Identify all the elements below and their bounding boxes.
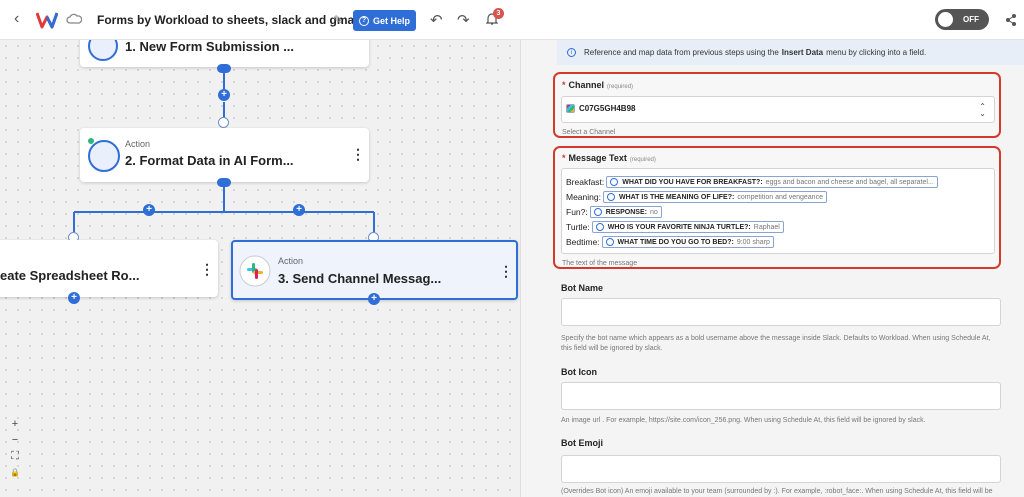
back-arrow-icon[interactable]: ‹ xyxy=(14,10,19,28)
share-icon[interactable] xyxy=(1005,13,1017,27)
workload-logo-icon[interactable] xyxy=(36,10,58,30)
connection-point[interactable] xyxy=(218,117,229,128)
workflow-node-trigger[interactable]: 1. New Form Submission ... xyxy=(80,40,369,67)
edit-pencil-icon[interactable]: ✎ xyxy=(333,13,343,27)
token-icon xyxy=(605,238,614,246)
info-text-suffix: menu by clicking into a field. xyxy=(826,48,927,57)
top-bar: ‹ Forms by Workload to sheets, slack and… xyxy=(0,0,1024,40)
data-token-chip[interactable]: WHO IS YOUR FAVORITE NINJA TURTLE?: Rapha… xyxy=(591,221,784,233)
toggle-knob xyxy=(938,12,953,27)
add-step-button[interactable]: + xyxy=(293,204,305,216)
message-line: Fun?: RESPONSE: no xyxy=(566,206,662,218)
message-line: Breakfast: WHAT DID YOU HAVE FOR BREAKFA… xyxy=(566,176,938,188)
undo-icon[interactable]: ↶ xyxy=(430,11,443,29)
message-text-label: * Message Text (required) xyxy=(562,153,656,163)
message-line: Meaning: WHAT IS THE MEANING OF LIFE?: co… xyxy=(566,191,827,203)
notification-badge: 3 xyxy=(493,8,504,19)
add-step-button[interactable]: + xyxy=(368,293,380,305)
zoom-controls: + − ⛶ 🔒 xyxy=(8,418,22,479)
toggle-label: OFF xyxy=(963,15,979,24)
data-token-chip[interactable]: RESPONSE: no xyxy=(589,206,662,218)
node-menu-icon[interactable]: ⋮ xyxy=(351,147,365,161)
form-icon xyxy=(88,40,118,61)
token-icon xyxy=(610,178,619,186)
token-icon xyxy=(595,223,604,231)
workflow-node-spreadsheet[interactable]: eate Spreadsheet Ro... ⋮ xyxy=(0,240,218,297)
node-title: 2. Format Data in AI Form... xyxy=(125,153,294,168)
bot-name-input[interactable] xyxy=(561,298,1001,326)
node-connector-handle[interactable] xyxy=(217,178,231,187)
info-icon: i xyxy=(567,48,576,57)
help-icon: ? xyxy=(358,15,369,26)
data-token-chip[interactable]: WHAT TIME DO YOU GO TO BED?: 9:00 sharp xyxy=(601,236,774,248)
slack-channel-icon xyxy=(566,104,575,113)
bot-icon-label: Bot Icon xyxy=(561,367,597,377)
slack-icon xyxy=(239,255,271,287)
node-menu-icon[interactable]: ⋮ xyxy=(200,262,214,276)
data-token-chip[interactable]: WHAT IS THE MEANING OF LIFE?: competition… xyxy=(602,191,827,203)
zoom-in-button[interactable]: + xyxy=(8,418,22,431)
info-text-prefix: Reference and map data from previous ste… xyxy=(584,48,779,57)
message-line: Turtle: WHO IS YOUR FAVORITE NINJA TURTL… xyxy=(566,221,784,233)
channel-field-group: * Channel (required) C07G5GH4B98 ⌃ ⌄ Select… xyxy=(553,72,1001,138)
token-icon xyxy=(606,193,615,201)
ai-formatter-icon xyxy=(88,140,120,172)
node-action-label: Action xyxy=(125,139,151,149)
add-step-button[interactable]: + xyxy=(218,89,230,101)
token-icon xyxy=(593,208,602,216)
bot-emoji-input[interactable] xyxy=(561,455,1001,483)
add-step-button[interactable]: + xyxy=(68,292,80,304)
message-text-help: The text of the message xyxy=(562,260,638,267)
node-title: 1. New Form Submission ... xyxy=(125,40,295,54)
node-menu-icon[interactable]: ⋮ xyxy=(499,264,513,278)
channel-select[interactable]: C07G5GH4B98 ⌃ ⌄ xyxy=(561,96,995,123)
bot-emoji-help: (Overrides Bot icon) An emoji available … xyxy=(561,488,993,495)
workflow-title[interactable]: Forms by Workload to sheets, slack and g… xyxy=(97,13,361,27)
node-title: eate Spreadsheet Ro... xyxy=(0,268,140,283)
status-dot xyxy=(88,138,94,144)
bot-emoji-label: Bot Emoji xyxy=(561,438,603,448)
select-chevron-icon: ⌃ ⌄ xyxy=(979,102,986,118)
channel-help-text: Select a Channel xyxy=(562,129,616,136)
message-text-field-group: * Message Text (required) Breakfast: WHAT … xyxy=(553,146,1001,269)
bot-name-label: Bot Name xyxy=(561,283,604,293)
channel-value: C07G5GH4B98 xyxy=(566,104,635,113)
add-step-button[interactable]: + xyxy=(143,204,155,216)
zoom-out-button[interactable]: − xyxy=(8,434,22,447)
node-title: 3. Send Channel Messag... xyxy=(278,271,442,286)
data-token-chip[interactable]: WHAT DID YOU HAVE FOR BREAKFAST?: eggs an… xyxy=(606,176,938,188)
get-help-label: Get Help xyxy=(372,15,410,26)
workflow-on-off-toggle[interactable]: OFF xyxy=(935,9,989,30)
step-config-panel: i Reference and map data from previous s… xyxy=(520,40,1024,497)
message-line: Bedtime: WHAT TIME DO YOU GO TO BED?: 9:0… xyxy=(566,236,774,248)
info-text-bold: Insert Data xyxy=(781,48,824,57)
bot-icon-help: An image url . For example, https://site… xyxy=(561,417,926,424)
node-connector-handle[interactable] xyxy=(217,64,231,73)
fit-view-button[interactable]: ⛶ xyxy=(8,450,22,463)
workflow-canvas[interactable]: 1. New Form Submission ... + Action 2. F… xyxy=(0,40,520,497)
message-text-input[interactable]: Breakfast: WHAT DID YOU HAVE FOR BREAKFA… xyxy=(561,168,995,254)
workflow-node-format-data[interactable]: Action 2. Format Data in AI Form... ⋮ xyxy=(80,128,369,182)
get-help-button[interactable]: ? Get Help xyxy=(353,10,416,31)
lock-icon[interactable]: 🔒 xyxy=(8,466,22,479)
node-action-label: Action xyxy=(278,256,304,266)
cloud-icon xyxy=(66,13,82,24)
redo-icon[interactable]: ↷ xyxy=(457,11,470,29)
workflow-node-send-channel-message[interactable]: Action 3. Send Channel Messag... ⋮ xyxy=(231,240,518,300)
channel-label: * Channel (required) xyxy=(562,80,634,90)
info-banner: i Reference and map data from previous s… xyxy=(557,40,1024,65)
bot-name-help: Specify the bot name which appears as a … xyxy=(561,335,991,352)
bot-icon-input[interactable] xyxy=(561,382,1001,410)
